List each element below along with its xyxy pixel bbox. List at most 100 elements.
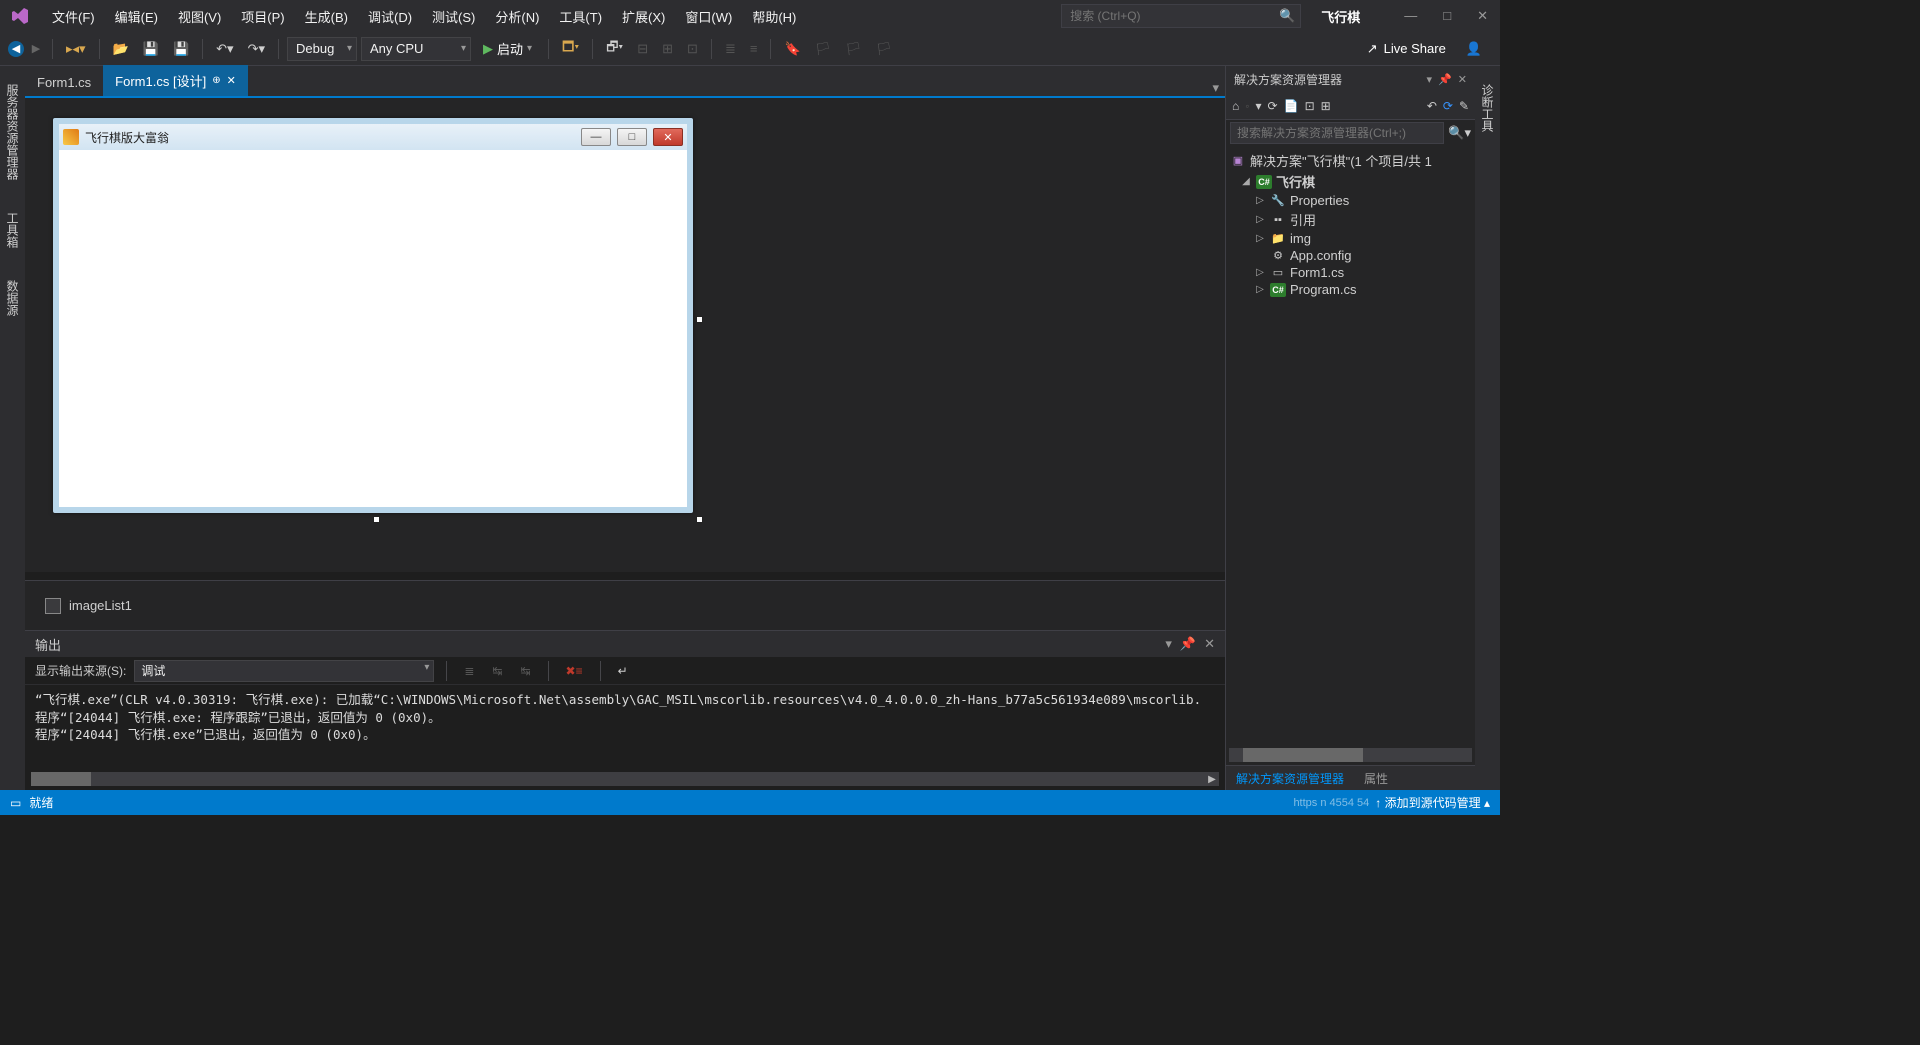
menu-tools[interactable]: 工具(T)	[549, 1, 612, 32]
redo-button[interactable]: ↷▾	[243, 38, 270, 60]
resize-handle-right[interactable]	[696, 316, 703, 323]
close-panel-button[interactable]: ✕	[1204, 636, 1215, 652]
design-form-window[interactable]: 飞行棋版大富翁 — □ ✕	[53, 118, 693, 513]
datasources-tab[interactable]: 数据源	[2, 272, 23, 324]
expand-icon[interactable]: ▷	[1254, 284, 1266, 295]
toggle-wrap-button[interactable]: ↵	[613, 661, 633, 681]
search-input[interactable]	[1061, 4, 1301, 28]
form-minimize-button[interactable]: —	[581, 128, 611, 146]
menu-window[interactable]: 窗口(W)	[675, 1, 742, 32]
separator	[278, 39, 279, 59]
user-icon[interactable]: 👤	[1466, 41, 1482, 57]
menu-analyze[interactable]: 分析(N)	[485, 1, 549, 32]
toolbar-button[interactable]: ✎	[1459, 99, 1469, 113]
search-icon[interactable]: 🔍▾	[1448, 125, 1471, 141]
references-node[interactable]: ▷ ▪▪ 引用	[1226, 209, 1475, 230]
menu-help[interactable]: 帮助(H)	[742, 1, 806, 32]
maximize-button[interactable]: □	[1439, 6, 1455, 26]
solution-node[interactable]: ▣ 解决方案"飞行棋"(1 个项目/共 1	[1226, 150, 1475, 171]
form1-node[interactable]: ▷ ▭ Form1.cs	[1226, 264, 1475, 281]
platform-dropdown[interactable]: Any CPU	[361, 37, 471, 61]
minimize-button[interactable]: —	[1400, 6, 1421, 26]
form-maximize-button[interactable]: □	[617, 128, 647, 146]
menu-build[interactable]: 生成(B)	[295, 1, 358, 32]
form-close-button[interactable]: ✕	[653, 128, 683, 146]
search-icon[interactable]: 🔍	[1279, 8, 1295, 24]
form-designer[interactable]: 飞行棋版大富翁 — □ ✕	[25, 96, 1225, 572]
open-button[interactable]: 📂	[108, 38, 134, 60]
appconfig-node[interactable]: ⚙ App.config	[1226, 247, 1475, 264]
component-label[interactable]: imageList1	[69, 598, 132, 613]
window-options-button[interactable]: ▾	[1165, 636, 1172, 652]
scroll-thumb[interactable]	[31, 772, 91, 786]
toolbar-button[interactable]: ↶	[1427, 99, 1437, 113]
nav-back-button[interactable]: ◀	[8, 41, 24, 57]
close-button[interactable]: ✕	[1473, 6, 1492, 26]
toolbar-button[interactable]: ▾	[1256, 99, 1262, 113]
menu-view[interactable]: 视图(V)	[168, 1, 231, 32]
scroll-right-button[interactable]: ▶	[1205, 772, 1219, 786]
imagelist-icon[interactable]	[45, 598, 61, 614]
toolbox-tab[interactable]: 工具箱	[2, 204, 23, 256]
bookmark-icon[interactable]: 🔖	[779, 38, 805, 60]
close-tab-icon[interactable]: ✕	[227, 74, 236, 87]
pin-button[interactable]: 📌	[1180, 636, 1196, 652]
expand-icon[interactable]: ◢	[1240, 176, 1252, 187]
new-item-button[interactable]: ▸◂▾	[61, 38, 91, 60]
diagnostics-tab[interactable]: 诊断工具	[1477, 76, 1498, 140]
properties-node[interactable]: ▷ 🔧 Properties	[1226, 192, 1475, 209]
toolbar-button[interactable]: ⊞	[1321, 99, 1331, 113]
menu-project[interactable]: 项目(P)	[231, 1, 294, 32]
pin-icon[interactable]: ⊕	[212, 75, 220, 86]
menu-debug[interactable]: 调试(D)	[358, 1, 422, 32]
save-button[interactable]: 💾	[138, 38, 164, 60]
menu-file[interactable]: 文件(F)	[42, 1, 105, 32]
resize-handle-corner[interactable]	[696, 516, 703, 523]
toolbar-button[interactable]: 🗖▾	[557, 35, 584, 63]
expand-icon[interactable]: ▷	[1254, 214, 1266, 225]
tab-form1-cs[interactable]: Form1.cs	[25, 69, 103, 96]
close-panel-button[interactable]: ✕	[1458, 73, 1467, 86]
expand-icon[interactable]: ▷	[1254, 233, 1266, 244]
refresh-button[interactable]: ⟳	[1443, 99, 1453, 113]
project-node[interactable]: ◢ C# 飞行棋	[1226, 171, 1475, 192]
menu-extensions[interactable]: 扩展(X)	[612, 1, 675, 32]
tab-form1-design[interactable]: Form1.cs [设计] ⊕ ✕	[103, 65, 248, 96]
config-dropdown[interactable]: Debug	[287, 37, 357, 61]
toolbar-button[interactable]: ◦	[1245, 99, 1249, 113]
nav-forward-button[interactable]: ▶	[28, 41, 44, 57]
liveshare-button[interactable]: ↗ Live Share 👤	[1367, 41, 1492, 57]
properties-tab[interactable]: 属性	[1354, 766, 1398, 791]
undo-button[interactable]: ↶▾	[211, 38, 238, 60]
toolbar-button[interactable]: ⊡	[1305, 99, 1315, 113]
sync-button[interactable]: ⟳	[1268, 99, 1278, 113]
output-source-dropdown[interactable]: 调试	[134, 660, 434, 682]
toolbar-button-disabled: ≡	[745, 38, 763, 59]
menu-edit[interactable]: 编辑(E)	[105, 1, 168, 32]
app-title: 飞行棋	[1321, 7, 1360, 26]
expand-icon[interactable]: ▷	[1254, 267, 1266, 278]
expand-icon[interactable]: ▷	[1254, 195, 1266, 206]
menu-test[interactable]: 测试(S)	[422, 1, 485, 32]
window-options-button[interactable]: ▾	[1427, 73, 1433, 86]
output-scrollbar-horizontal[interactable]: ◀ ▶	[31, 772, 1219, 786]
source-control-button[interactable]: ↑ 添加到源代码管理 ▴	[1375, 794, 1490, 811]
scroll-thumb[interactable]	[1243, 748, 1363, 762]
solution-explorer-tab[interactable]: 解决方案资源管理器	[1226, 766, 1354, 791]
toolbar-button[interactable]: 📄	[1284, 99, 1299, 113]
program-node[interactable]: ▷ C# Program.cs	[1226, 281, 1475, 298]
solution-scrollbar-horizontal[interactable]	[1229, 748, 1472, 762]
clear-output-button[interactable]: ✖≡	[561, 661, 588, 681]
tab-overflow-button[interactable]: ▾	[1212, 80, 1219, 96]
output-toolbar-button: ≣	[459, 661, 479, 681]
folder-img-node[interactable]: ▷ 📁 img	[1226, 230, 1475, 247]
output-text[interactable]: “飞行棋.exe”(CLR v4.0.30319: 飞行棋.exe): 已加载“…	[25, 685, 1225, 770]
home-button[interactable]: ⌂	[1232, 99, 1239, 113]
pin-button[interactable]: 📌	[1438, 73, 1452, 86]
save-all-button[interactable]: 💾	[168, 38, 194, 60]
start-debug-button[interactable]: ▶启动 ▾	[475, 36, 540, 61]
toolbar-button[interactable]: 🗗▾	[601, 35, 628, 63]
resize-handle-bottom[interactable]	[373, 516, 380, 523]
solution-search-input[interactable]	[1230, 122, 1444, 144]
server-explorer-tab[interactable]: 服务器资源管理器	[2, 76, 23, 188]
